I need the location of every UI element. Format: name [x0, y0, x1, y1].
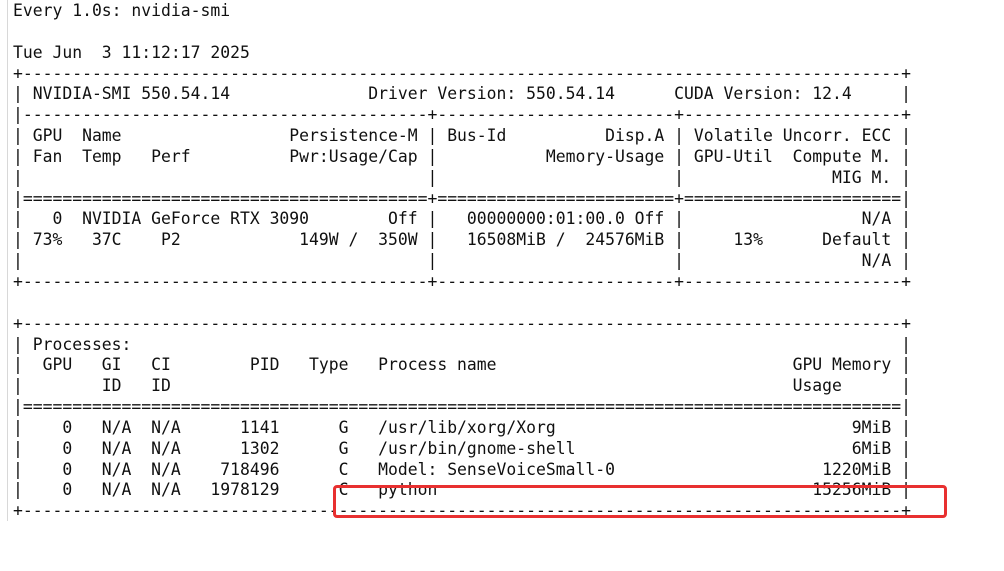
- table-divider: |---------------------------------------…: [13, 105, 911, 125]
- process-header-row-2: | ID ID Usage |: [13, 376, 911, 396]
- terminal-window[interactable]: Every 1.0s: nvidia-smi Tue Jun 3 11:12:17…: [0, 0, 1004, 571]
- gpu-header-row-1: | GPU Name Persistence-M | Bus-Id Disp.A…: [13, 126, 911, 146]
- process-table-border-top: +---------------------------------------…: [13, 313, 911, 333]
- gpu-header-row-2: | Fan Temp Perf Pwr:Usage/Cap | Memory-U…: [13, 146, 911, 166]
- process-row-gnome-shell: | 0 N/A N/A 1302 G /usr/bin/gnome-shell …: [13, 438, 911, 458]
- smi-version-line: | NVIDIA-SMI 550.54.14 Driver Version: 5…: [13, 84, 911, 104]
- table-border-bottom: +---------------------------------------…: [13, 271, 911, 291]
- process-table-border-bottom: +---------------------------------------…: [13, 501, 911, 521]
- process-header-row-1: | GPU GI CI PID Type Process name GPU Me…: [13, 355, 911, 375]
- process-row-python: | 0 N/A N/A 1978129 C python 15256MiB |: [13, 480, 911, 500]
- table-border-top: +---------------------------------------…: [13, 63, 911, 83]
- process-header-separator: |=======================================…: [13, 397, 911, 417]
- timestamp: Tue Jun 3 11:12:17 2025: [13, 42, 250, 62]
- nvidia-smi-output: Every 1.0s: nvidia-smi Tue Jun 3 11:12:17…: [0, 1, 911, 522]
- gpu-row-1: | 0 NVIDIA GeForce RTX 3090 Off | 000000…: [13, 209, 911, 229]
- process-row-xorg: | 0 N/A N/A 1141 G /usr/lib/xorg/Xorg 9M…: [13, 417, 911, 437]
- gpu-row-2: | 73% 37C P2 149W / 350W | 16508MiB / 24…: [13, 230, 911, 250]
- gpu-header-separator: |=======================================…: [13, 188, 911, 208]
- gpu-header-row-3: | | | MIG M. |: [13, 167, 911, 187]
- process-row-sensevoice: | 0 N/A N/A 718496 C Model: SenseVoiceSm…: [13, 459, 911, 479]
- gpu-row-3: | | | N/A |: [13, 251, 911, 271]
- processes-title: | Processes: |: [13, 334, 911, 354]
- watch-header: Every 1.0s: nvidia-smi: [13, 1, 231, 20]
